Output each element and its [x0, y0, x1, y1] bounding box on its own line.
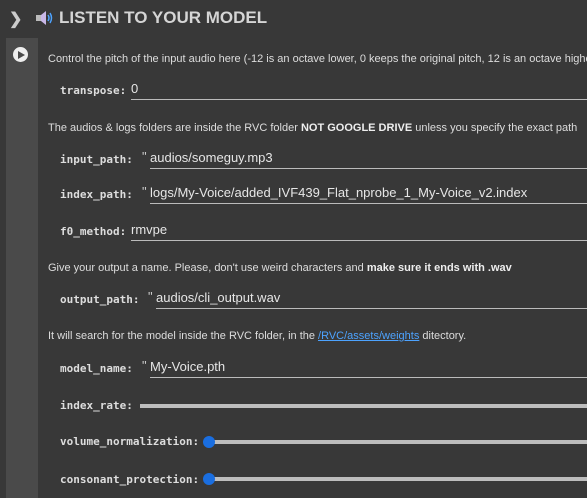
index-path-label: index_path:: [60, 188, 133, 201]
model-name-input[interactable]: My-Voice.pth: [150, 359, 587, 378]
volume-normalization-slider[interactable]: [208, 440, 587, 444]
section-header: ❯ LISTEN TO YOUR MODEL: [0, 0, 587, 38]
consonant-protection-slider[interactable]: [208, 477, 587, 481]
output-description: Give your output a name. Please, don't u…: [48, 262, 512, 274]
quote-mark: ": [142, 358, 147, 373]
consonant-protection-label: consonant_protection:: [60, 473, 200, 486]
section-title: LISTEN TO YOUR MODEL: [59, 8, 268, 27]
speaker-icon: [36, 11, 53, 25]
chevron-right-icon[interactable]: ❯: [9, 9, 22, 29]
folders-description: The audios & logs folders are inside the…: [48, 122, 578, 134]
output-path-input[interactable]: audios/cli_output.wav: [156, 290, 587, 309]
f0-method-label: f0_method:: [60, 225, 127, 238]
model-description: It will search for the model inside the …: [48, 330, 467, 342]
play-icon[interactable]: [13, 47, 28, 62]
consonant-protection-thumb[interactable]: [203, 473, 215, 485]
input-path-label: input_path:: [60, 153, 133, 166]
index-rate-label: index_rate:: [60, 399, 133, 412]
input-path-input[interactable]: audios/someguy.mp3: [150, 150, 587, 169]
index-rate-slider[interactable]: [140, 404, 587, 408]
model-name-label: model_name:: [60, 362, 133, 375]
quote-mark: ": [142, 184, 147, 199]
output-path-label: output_path:: [60, 293, 140, 306]
transpose-input[interactable]: 0: [131, 81, 587, 100]
f0-method-select[interactable]: rmvpe: [131, 222, 587, 241]
volume-normalization-thumb[interactable]: [203, 436, 215, 448]
cell-gutter: [6, 38, 38, 498]
weights-link[interactable]: /RVC/assets/weights: [318, 330, 419, 342]
quote-mark: ": [148, 289, 153, 304]
pitch-description: Control the pitch of the input audio her…: [48, 53, 587, 65]
transpose-label: transpose:: [60, 84, 127, 97]
index-path-input[interactable]: logs/My-Voice/added_IVF439_Flat_nprobe_1…: [150, 185, 587, 204]
volume-normalization-label: volume_normalization:: [60, 435, 200, 448]
quote-mark: ": [142, 149, 147, 164]
